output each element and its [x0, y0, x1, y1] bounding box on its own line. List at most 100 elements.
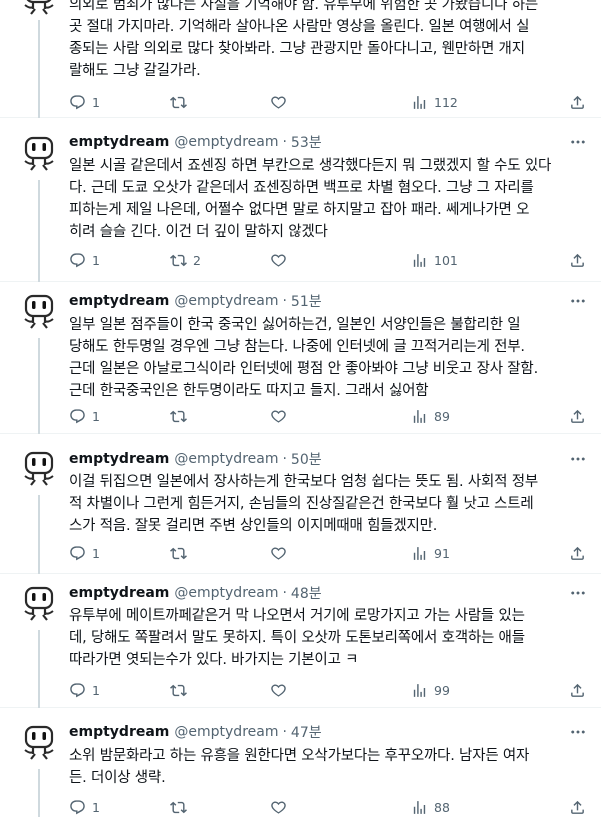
heart-icon — [270, 408, 287, 425]
more-button[interactable] — [568, 583, 588, 603]
share-button[interactable] — [569, 250, 586, 270]
reply-icon — [69, 94, 86, 111]
like-button[interactable] — [270, 406, 293, 426]
tweet[interactable]: emptydream @emptydream · 47분 소위 밤문화라고 하는… — [0, 708, 601, 817]
retweet-icon — [170, 682, 187, 699]
retweet-button[interactable]: 2 — [170, 250, 201, 270]
reply-button[interactable]: 1 — [69, 406, 100, 426]
retweet-button[interactable] — [170, 406, 193, 426]
share-button[interactable] — [569, 680, 586, 700]
share-button[interactable] — [569, 406, 586, 426]
share-icon — [569, 408, 586, 425]
timestamp[interactable]: 47분 — [291, 722, 322, 742]
separator-dot: · — [282, 451, 287, 467]
more-dots-icon — [569, 723, 587, 741]
like-button[interactable] — [270, 543, 293, 563]
avatar[interactable] — [17, 582, 61, 626]
views-button[interactable]: 89 — [411, 406, 450, 426]
retweet-button[interactable] — [170, 797, 193, 817]
views-chart-icon — [411, 94, 428, 111]
separator-dot: · — [282, 134, 287, 150]
reply-button[interactable]: 1 — [69, 680, 100, 700]
reply-button[interactable]: 1 — [69, 92, 100, 112]
avatar[interactable] — [17, 290, 61, 334]
views-button[interactable]: 99 — [411, 680, 450, 700]
thread-line — [38, 180, 40, 282]
more-button[interactable] — [568, 449, 588, 469]
tweet-actions: 1 112 — [69, 92, 589, 112]
share-button[interactable] — [569, 543, 586, 563]
avatar-robot-icon — [17, 132, 61, 176]
like-button[interactable] — [270, 92, 293, 112]
display-name[interactable]: emptydream — [69, 134, 169, 150]
user-handle[interactable]: @emptydream — [174, 293, 278, 309]
retweet-icon — [170, 799, 187, 816]
tweet[interactable]: emptydream @emptydream · 50분 이걸 뒤집으면 일본에… — [0, 434, 601, 574]
tweet-actions: 1 2 101 — [69, 250, 589, 270]
tweet-text: 일본 시골 같은데서 죠센징 하면 부칸으로 생각했다든지 뭐 그랬겠지 할 수… — [69, 158, 552, 240]
reply-icon — [69, 682, 86, 699]
display-name[interactable]: emptydream — [69, 724, 169, 740]
thread-line — [38, 495, 40, 574]
share-icon — [569, 252, 586, 269]
views-button[interactable]: 101 — [411, 250, 458, 270]
timestamp[interactable]: 51분 — [291, 291, 322, 311]
heart-icon — [270, 799, 287, 816]
reply-button[interactable]: 1 — [69, 797, 100, 817]
views-chart-icon — [411, 799, 428, 816]
avatar[interactable] — [17, 0, 61, 20]
share-button[interactable] — [569, 797, 586, 817]
reply-icon — [69, 545, 86, 562]
timestamp[interactable]: 48분 — [291, 583, 322, 603]
views-button[interactable]: 112 — [411, 92, 458, 112]
timestamp[interactable]: 53분 — [291, 132, 322, 152]
tweet-actions: 1 88 — [69, 797, 589, 817]
like-button[interactable] — [270, 250, 293, 270]
tweet-text: 이걸 뒤집으면 일본에서 장사하는게 한국보다 엄청 쉽다는 뜻도 됨. 사회적… — [69, 474, 538, 534]
tweet-actions: 1 89 — [69, 406, 589, 426]
avatar[interactable] — [17, 447, 61, 491]
more-dots-icon — [569, 584, 587, 602]
views-chart-icon — [411, 682, 428, 699]
tweet-header: emptydream @emptydream · 48분 — [69, 583, 322, 603]
display-name[interactable]: emptydream — [69, 585, 169, 601]
user-handle[interactable]: @emptydream — [174, 724, 278, 740]
views-chart-icon — [411, 252, 428, 269]
user-handle[interactable]: @emptydream — [174, 585, 278, 601]
avatar[interactable] — [17, 132, 61, 176]
more-button[interactable] — [568, 291, 588, 311]
share-button[interactable] — [569, 92, 586, 112]
more-dots-icon — [569, 133, 587, 151]
tweet[interactable]: emptydream @emptydream · 53분 일본 시골 같은데서 … — [0, 118, 601, 282]
like-button[interactable] — [270, 797, 293, 817]
retweet-button[interactable] — [170, 543, 193, 563]
tweet-partial[interactable]: 의외로 범죄가 많다는 사실을 기억해야 함. 유투부에 위험한 곳 가봤습니다… — [0, 0, 601, 118]
views-button[interactable]: 91 — [411, 543, 450, 563]
avatar[interactable] — [17, 721, 61, 765]
avatar-robot-icon — [17, 290, 61, 334]
tweet-header: emptydream @emptydream · 50분 — [69, 449, 322, 469]
separator-dot: · — [282, 293, 287, 309]
thread-line — [38, 769, 40, 817]
retweet-icon — [170, 545, 187, 562]
like-button[interactable] — [270, 680, 293, 700]
more-button[interactable] — [568, 132, 588, 152]
reply-button[interactable]: 1 — [69, 543, 100, 563]
thread-line — [38, 338, 40, 434]
more-button[interactable] — [568, 722, 588, 742]
separator-dot: · — [282, 724, 287, 740]
display-name[interactable]: emptydream — [69, 451, 169, 467]
reply-button[interactable]: 1 — [69, 250, 100, 270]
user-handle[interactable]: @emptydream — [174, 134, 278, 150]
views-button[interactable]: 88 — [411, 797, 450, 817]
retweet-button[interactable] — [170, 92, 193, 112]
display-name[interactable]: emptydream — [69, 293, 169, 309]
timestamp[interactable]: 50분 — [291, 449, 322, 469]
user-handle[interactable]: @emptydream — [174, 451, 278, 467]
tweet[interactable]: emptydream @emptydream · 51분 일부 일본 점주들이 … — [0, 282, 601, 434]
tweet[interactable]: emptydream @emptydream · 48분 유투부에 메이트까페같… — [0, 574, 601, 708]
tweet-text: 소위 밤문화라고 하는 유흥을 원한다면 오삭가보다는 후꾸오까다. 남자든 여… — [69, 748, 530, 786]
retweet-icon — [170, 408, 187, 425]
retweet-icon — [170, 252, 187, 269]
retweet-button[interactable] — [170, 680, 193, 700]
